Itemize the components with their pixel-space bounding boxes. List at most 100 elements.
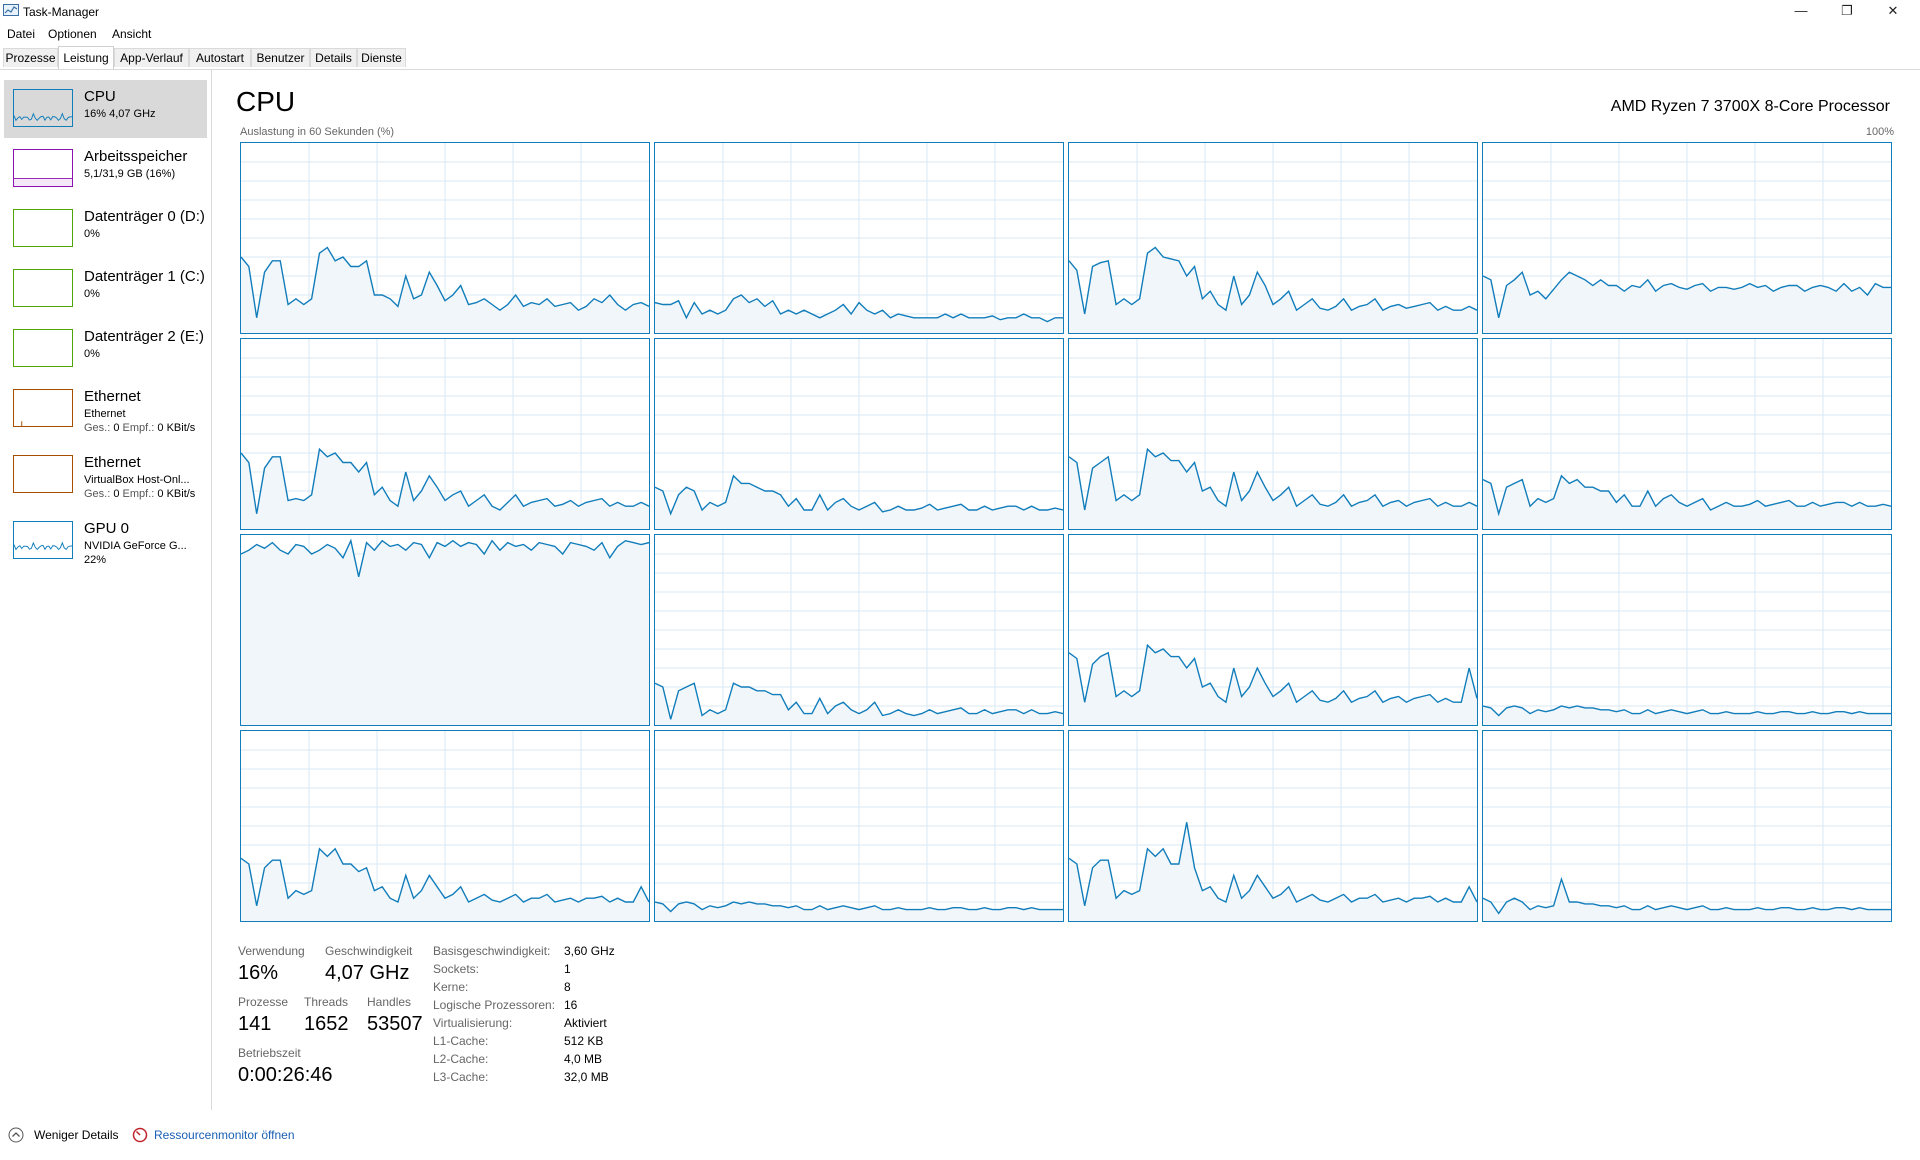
spec-label: Basisgeschwindigkeit: — [433, 944, 551, 958]
logical-processor-graph — [654, 338, 1064, 530]
graph-canvas — [1069, 535, 1477, 725]
fewer-details-button[interactable]: Weniger Details — [34, 1128, 118, 1142]
sidebar-item-memory[interactable]: Arbeitsspeicher 5,1/31,9 GB (16%) — [4, 140, 207, 198]
gpu-thumbnail-graph — [13, 521, 73, 559]
ethernet-thumbnail-graph — [13, 389, 73, 427]
handles-label: Handles — [367, 995, 412, 1009]
logical-processor-graph — [654, 534, 1064, 726]
sidebar-item-title: CPU — [84, 88, 116, 105]
uptime-value: 0:00:26:46 — [238, 1064, 333, 1086]
title-bar: Task-Manager — ❐ ✕ — [0, 0, 1920, 24]
sidebar-item-title: Datenträger 1 (C:) — [84, 268, 205, 285]
graph-canvas — [241, 339, 649, 529]
sidebar-item-disk-0[interactable]: Datenträger 0 (D:) 0% — [4, 200, 207, 258]
sidebar-item-usage: 22% — [84, 554, 107, 566]
tab-benutzer[interactable]: Benutzer — [251, 48, 310, 67]
threads-value: 1652 — [304, 1013, 349, 1035]
tab-dienste[interactable]: Dienste — [357, 48, 406, 67]
menu-optionen[interactable]: Optionen — [48, 27, 97, 41]
minimize-button[interactable]: — — [1778, 0, 1824, 24]
logical-processor-graph — [1482, 338, 1892, 530]
spec-label: Logische Prozessoren: — [433, 998, 556, 1012]
sidebar: CPU 16% 4,07 GHz Arbeitsspeicher 5,1/31,… — [0, 70, 212, 1110]
thumbnail-line — [14, 541, 72, 551]
logical-processor-graph — [1068, 142, 1478, 334]
page-title: CPU — [236, 86, 296, 117]
restore-button[interactable]: ❐ — [1824, 0, 1870, 24]
uptime-label: Betriebszeit — [238, 1046, 301, 1060]
sidebar-item-disk-1[interactable]: Datenträger 1 (C:) 0% — [4, 260, 207, 318]
handles-value: 53507 — [367, 1013, 423, 1035]
sidebar-item-throughput: Ges.: 0 Empf.: 0 KBit/s — [84, 422, 196, 434]
spec-value: 1 — [564, 962, 571, 976]
resource-monitor-icon[interactable] — [132, 1127, 148, 1143]
sidebar-item-title: Datenträger 2 (E:) — [84, 328, 205, 345]
graph-canvas — [655, 535, 1063, 725]
spec-value: 512 KB — [564, 1034, 604, 1048]
logical-processor-graph — [1482, 142, 1892, 334]
graph-canvas — [1483, 339, 1891, 529]
spec-value: 16 — [564, 998, 578, 1012]
logical-processor-graph — [1482, 534, 1892, 726]
memory-thumbnail-graph — [13, 149, 73, 187]
tab-details[interactable]: Details — [310, 48, 357, 67]
logical-processor-graph — [654, 142, 1064, 334]
menu-datei[interactable]: Datei — [7, 27, 35, 41]
sidebar-item-detail: 0% — [84, 228, 100, 240]
sidebar-item-detail: 0% — [84, 348, 100, 360]
sidebar-item-detail: Ethernet — [84, 408, 126, 420]
graph-canvas — [1069, 731, 1477, 921]
sidebar-item-disk-2[interactable]: Datenträger 2 (E:) 0% — [4, 320, 207, 378]
sidebar-item-gpu-0[interactable]: GPU 0 NVIDIA GeForce G... 22% — [4, 512, 207, 576]
speed-value: 4,07 GHz — [325, 962, 410, 984]
logical-processor-graph — [240, 338, 650, 530]
processor-name: AMD Ryzen 7 3700X 8-Core Processor — [1610, 98, 1890, 115]
logical-processor-graph — [654, 730, 1064, 922]
close-button[interactable]: ✕ — [1870, 0, 1916, 24]
sidebar-item-ethernet[interactable]: Ethernet Ethernet Ges.: 0 Empf.: 0 KBit/… — [4, 380, 207, 444]
sidebar-item-title: Datenträger 0 (D:) — [84, 208, 205, 225]
tab-autostart[interactable]: Autostart — [189, 48, 251, 67]
spec-value: Aktiviert — [564, 1016, 607, 1030]
graph-canvas — [1069, 143, 1477, 333]
thumbnail-fill — [14, 178, 72, 186]
graph-canvas — [655, 143, 1063, 333]
spec-value: 8 — [564, 980, 571, 994]
sidebar-item-ethernet-virtualbox[interactable]: Ethernet VirtualBox Host-Onl... Ges.: 0 … — [4, 446, 207, 510]
task-manager-icon — [3, 4, 19, 16]
graph-canvas — [655, 731, 1063, 921]
spec-label: Sockets: — [433, 962, 480, 976]
tab-leistung[interactable]: Leistung — [58, 46, 114, 69]
processes-value: 141 — [238, 1013, 272, 1035]
usage-area — [241, 540, 649, 725]
tab-app-verlauf[interactable]: App-Verlauf — [114, 48, 189, 67]
logical-processor-graph — [240, 730, 650, 922]
disk-thumbnail-graph — [13, 269, 73, 307]
spec-label: L2-Cache: — [433, 1052, 489, 1066]
sidebar-item-cpu[interactable]: CPU 16% 4,07 GHz — [4, 80, 207, 138]
chart-max-label: 100% — [1865, 126, 1894, 138]
chevron-up-circle-icon[interactable] — [8, 1127, 24, 1143]
menu-ansicht[interactable]: Ansicht — [112, 27, 151, 41]
sidebar-item-detail: VirtualBox Host-Onl... — [84, 474, 190, 486]
tab-bar: Prozesse Leistung App-Verlauf Autostart … — [0, 46, 1920, 70]
sidebar-item-title: GPU 0 — [84, 520, 130, 537]
speed-label: Geschwindigkeit — [325, 944, 413, 958]
spec-label: L1-Cache: — [433, 1034, 489, 1048]
window-title: Task-Manager — [23, 5, 100, 19]
spec-label: Kerne: — [433, 980, 469, 994]
graph-canvas — [1483, 535, 1891, 725]
logical-processor-graph — [1482, 730, 1892, 922]
graph-canvas — [241, 535, 649, 725]
resource-monitor-link[interactable]: Ressourcenmonitor öffnen — [154, 1128, 295, 1142]
logical-processor-graph — [240, 142, 650, 334]
sidebar-item-detail: 0% — [84, 288, 100, 300]
cpu-thumbnail-graph — [13, 89, 73, 127]
spec-label: L3-Cache: — [433, 1070, 489, 1084]
spec-value: 4,0 MB — [564, 1052, 603, 1066]
tab-prozesse[interactable]: Prozesse — [3, 48, 58, 67]
sidebar-item-title: Arbeitsspeicher — [84, 148, 188, 165]
logical-processor-graph — [240, 534, 650, 726]
sidebar-item-title: Ethernet — [84, 388, 141, 405]
graph-canvas — [1069, 339, 1477, 529]
